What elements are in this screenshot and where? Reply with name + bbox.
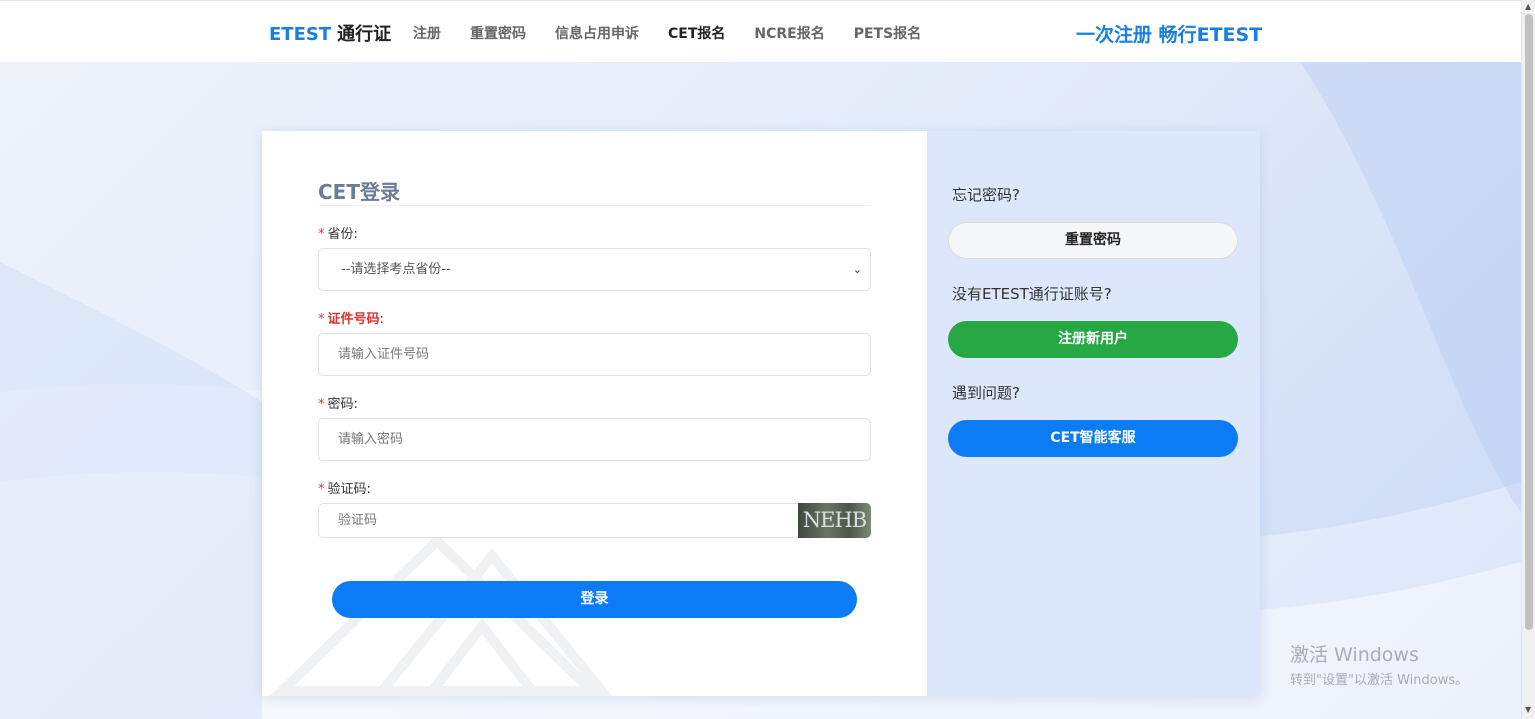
password-label: * 密码:	[318, 397, 358, 412]
login-form-panel: CET登录 * 省份: --请选择考点省份-- ⌄ * 证件号码: 请输入证件号码 …	[262, 131, 927, 696]
scrollbar-thumb[interactable]	[1525, 14, 1533, 630]
login-button[interactable]: 登录	[332, 581, 857, 618]
watermark-title: 激活 Windows	[1290, 644, 1419, 666]
login-card: CET登录 * 省份: --请选择考点省份-- ⌄ * 证件号码: 请输入证件号码 …	[262, 131, 1260, 696]
brand-logo[interactable]: ETEST 通行证	[269, 20, 391, 46]
form-title: CET登录	[318, 180, 400, 204]
watermark-subtitle: 转到"设置"以激活 Windows。	[1290, 673, 1469, 688]
brand-primary: ETEST	[269, 24, 332, 45]
vertical-scrollbar[interactable]: ▲ ▼	[1521, 0, 1535, 719]
scroll-up-icon[interactable]: ▲	[1525, 2, 1531, 11]
scroll-down-icon[interactable]: ▼	[1525, 705, 1531, 714]
chevron-down-icon: ⌄	[852, 263, 862, 276]
required-mark: *	[318, 397, 325, 412]
nav-cet-signup[interactable]: CET报名	[668, 23, 725, 43]
id-number-input[interactable]: 请输入证件号码	[318, 333, 871, 376]
captcha-label: * 验证码:	[318, 482, 371, 497]
slogan: 一次注册 畅行ETEST	[1076, 24, 1263, 46]
forgot-password-text: 忘记密码?	[952, 186, 1020, 204]
problem-text: 遇到问题?	[952, 384, 1020, 402]
nav-pets-signup[interactable]: PETS报名	[854, 23, 921, 43]
customer-service-button[interactable]: CET智能客服	[948, 420, 1238, 457]
required-mark: *	[318, 312, 325, 327]
windows-activation-watermark: 激活 Windows 转到"设置"以激活 Windows。	[1290, 640, 1468, 688]
help-panel: 忘记密码? 重置密码 没有ETEST通行证账号? 注册新用户 遇到问题? CET…	[927, 131, 1260, 696]
captcha-text: NEHB	[802, 508, 867, 532]
title-divider	[318, 205, 871, 206]
captcha-input[interactable]: 验证码 NEHB	[318, 503, 871, 538]
province-selected-value: --请选择考点省份--	[341, 262, 451, 277]
reset-password-button[interactable]: 重置密码	[948, 222, 1238, 259]
register-button[interactable]: 注册新用户	[948, 321, 1238, 358]
province-label: * 省份:	[318, 227, 358, 242]
captcha-image[interactable]: NEHB	[798, 503, 871, 538]
password-input[interactable]: 请输入密码	[318, 418, 871, 461]
brand-secondary: 通行证	[337, 24, 392, 45]
nav-info-appeal[interactable]: 信息占用申诉	[555, 23, 639, 43]
nav-reset-password[interactable]: 重置密码	[470, 23, 526, 43]
province-select[interactable]: --请选择考点省份-- ⌄	[318, 248, 871, 291]
id-number-label: * 证件号码:	[318, 312, 384, 327]
nav-register[interactable]: 注册	[413, 23, 441, 43]
nav-ncre-signup[interactable]: NCRE报名	[754, 23, 824, 43]
main-nav: 注册 重置密码 信息占用申诉 CET报名 NCRE报名 PETS报名	[413, 23, 921, 43]
required-mark: *	[318, 482, 325, 497]
top-navigation-bar: ETEST 通行证 注册 重置密码 信息占用申诉 CET报名 NCRE报名 PET…	[0, 0, 1521, 62]
required-mark: *	[318, 227, 325, 242]
no-account-text: 没有ETEST通行证账号?	[952, 285, 1112, 303]
